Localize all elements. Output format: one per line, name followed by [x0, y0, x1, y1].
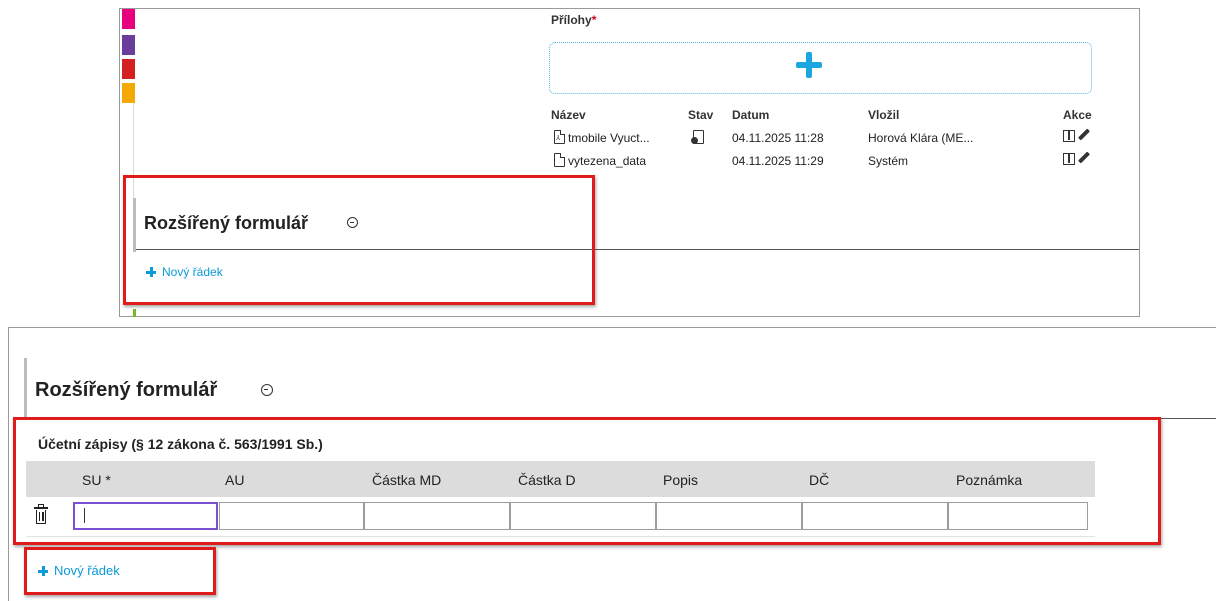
attachment-uploaded-by: Systém [868, 154, 909, 168]
attachments-title: Přílohy* [551, 13, 597, 27]
column-header-name[interactable]: Název [551, 108, 586, 122]
pdf-file-icon: ⅄ [554, 130, 565, 144]
highlight-box [123, 175, 595, 305]
split-view-icon[interactable] [1063, 130, 1075, 142]
edit-pencil-icon[interactable] [1077, 129, 1090, 142]
attachment-name[interactable]: tmobile Vyuct... [568, 131, 650, 145]
split-view-icon[interactable] [1063, 153, 1075, 165]
column-header-actions: Akce [1063, 108, 1092, 122]
attachment-name[interactable]: vytezena_data [568, 154, 646, 168]
section-title: Rozšířený formulář [35, 379, 218, 401]
section-accent-bar [24, 358, 27, 420]
attachment-uploaded-by: Horová Klára (ME... [868, 131, 974, 145]
edit-pencil-icon[interactable] [1077, 152, 1090, 165]
file-icon [554, 153, 565, 167]
form-panel-bottom-border-left [8, 327, 9, 601]
status-strip-green [133, 309, 136, 317]
collapse-icon[interactable] [261, 384, 273, 396]
attachment-date: 04.11.2025 11:29 [732, 154, 824, 168]
highlight-box [24, 547, 216, 595]
column-header-status[interactable]: Stav [688, 108, 713, 122]
attachment-date: 04.11.2025 11:28 [732, 131, 824, 145]
highlight-box [13, 417, 1161, 545]
color-strip-orange [122, 83, 135, 103]
column-header-date[interactable]: Datum [732, 108, 769, 122]
column-header-uploaded-by[interactable]: Vložil [868, 108, 899, 122]
add-attachment-plus-icon[interactable] [796, 52, 822, 78]
color-strip-purple [122, 35, 135, 55]
form-panel-bottom-border [8, 327, 1216, 328]
color-strip-magenta [122, 9, 135, 29]
signed-file-icon [691, 130, 704, 144]
color-strip-red [122, 59, 135, 79]
